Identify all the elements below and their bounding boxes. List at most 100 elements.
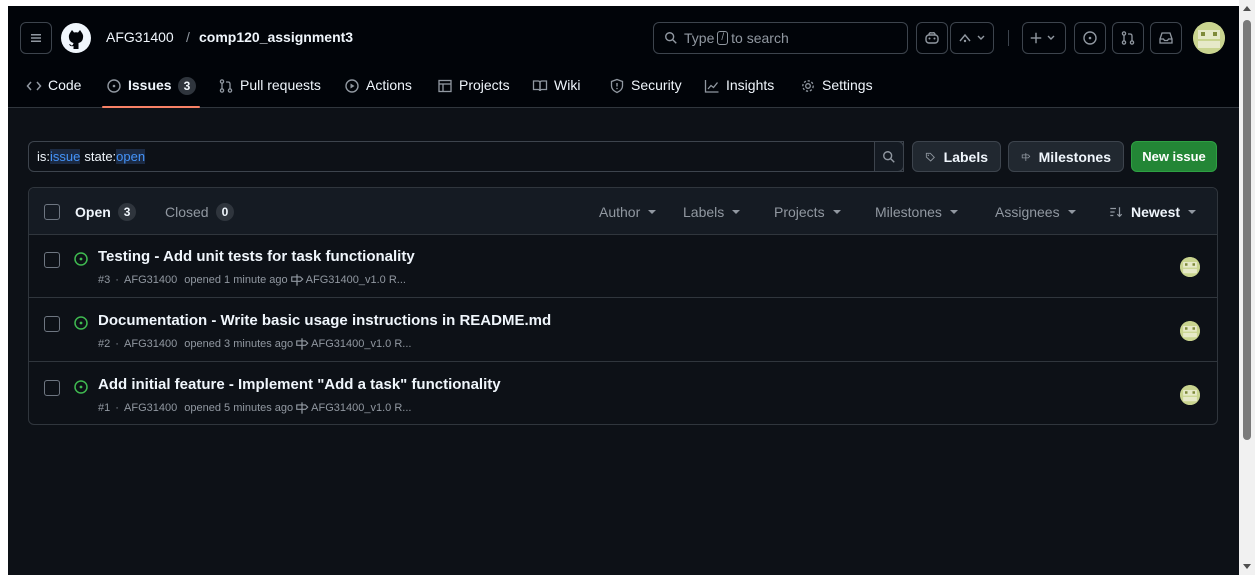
milestone-icon — [1021, 152, 1031, 161]
your-issues-button[interactable] — [1074, 22, 1106, 54]
search-input[interactable]: Type / to search — [653, 22, 908, 54]
author-filter-menu[interactable]: Author — [599, 204, 657, 220]
hamburger-icon — [31, 34, 41, 42]
scrollbar-thumb[interactable] — [1243, 20, 1251, 440]
issue-opened-icon — [1083, 31, 1097, 45]
header-divider — [1008, 30, 1009, 46]
issue-title-link[interactable]: Documentation - Write basic usage instru… — [98, 312, 551, 329]
issues-filter-input[interactable]: is: issue state: open — [28, 141, 904, 172]
issue-checkbox[interactable] — [44, 380, 60, 396]
tab-security-label: Security — [631, 77, 682, 93]
table-icon — [438, 79, 452, 93]
pull-request-icon — [219, 79, 233, 93]
issue-row[interactable]: Documentation - Write basic usage instru… — [29, 299, 1217, 362]
tab-actions-label: Actions — [366, 77, 412, 93]
assignee-avatar[interactable] — [1180, 257, 1200, 277]
issue-author-link[interactable]: AFG31400 — [124, 402, 177, 414]
assignees-filter-menu[interactable]: Assignees — [995, 204, 1076, 220]
search-icon — [665, 32, 677, 44]
tab-projects-label: Projects — [459, 77, 510, 93]
copilot-button[interactable] — [916, 22, 948, 54]
tab-insights-label: Insights — [726, 77, 775, 93]
open-issues-filter[interactable]: Open 3 — [75, 203, 137, 221]
labels-button-label: Labels — [943, 148, 988, 165]
copilot-agent-icon — [959, 33, 971, 43]
issue-milestone-link[interactable]: AFG31400_v1.0 R... — [306, 274, 406, 286]
issues-list-header: Open 3 Closed 0 Author Labels Projects M… — [29, 188, 1217, 235]
labels-button[interactable]: Labels — [912, 141, 1001, 172]
inbox-button[interactable] — [1150, 22, 1182, 54]
menu-button[interactable] — [20, 22, 52, 54]
tab-settings[interactable]: Settings — [800, 72, 873, 108]
filter-token-is-value: issue — [50, 149, 81, 164]
book-icon — [532, 80, 548, 92]
issue-checkbox[interactable] — [44, 316, 60, 332]
issues-count-badge: 3 — [177, 77, 197, 95]
issue-number: #2 — [98, 338, 111, 350]
repo-name-link[interactable]: comp120_assignment3 — [199, 29, 353, 45]
select-all-checkbox[interactable] — [44, 204, 60, 220]
milestone-icon — [296, 338, 309, 350]
tab-insights[interactable]: Insights — [704, 72, 774, 108]
issue-row[interactable]: Add initial feature - Implement "Add a t… — [29, 363, 1217, 424]
assignee-avatar[interactable] — [1180, 321, 1200, 341]
your-pull-requests-button[interactable] — [1112, 22, 1144, 54]
caret-down-icon — [1067, 210, 1076, 214]
tab-issues[interactable]: Issues 3 — [101, 72, 201, 108]
graph-icon — [704, 80, 719, 93]
chevron-down-icon — [977, 35, 985, 40]
repo-header: AFG31400 / comp120_assignment3 Type / to… — [8, 6, 1239, 108]
plus-icon — [1030, 32, 1042, 44]
repo-nav-tabs: Code Issues 3 Pull requests Actions Proj… — [8, 72, 1239, 108]
filter-token-is-key: is: — [37, 149, 50, 164]
issue-opened-time: opened 5 minutes ago — [184, 402, 294, 414]
issues-list: Open 3 Closed 0 Author Labels Projects M… — [28, 187, 1218, 425]
search-shortcut-key: / — [717, 31, 729, 45]
sort-menu[interactable]: Newest — [1109, 204, 1197, 220]
labels-filter-menu[interactable]: Labels — [683, 204, 741, 220]
code-icon — [26, 81, 42, 91]
tab-pull-requests[interactable]: Pull requests — [218, 72, 321, 108]
caret-down-icon — [648, 210, 657, 214]
issue-author-link[interactable]: AFG31400 — [124, 338, 177, 350]
filter-token-state-key: state: — [84, 149, 117, 164]
issue-opened-time: opened 1 minute ago — [184, 274, 288, 286]
tab-projects[interactable]: Projects — [437, 72, 510, 108]
issue-meta: #3 · AFG31400 opened 1 minute ago AFG314… — [98, 273, 406, 287]
issue-title-link[interactable]: Testing - Add unit tests for task functi… — [98, 248, 415, 265]
scroll-up-arrow-icon[interactable] — [1243, 6, 1251, 11]
copilot-dropdown-button[interactable] — [950, 22, 994, 54]
inbox-icon — [1159, 32, 1173, 44]
meta-dot: · — [112, 338, 123, 350]
vertical-scrollbar[interactable] — [1239, 0, 1255, 575]
tab-wiki-label: Wiki — [554, 77, 581, 93]
projects-filter-menu[interactable]: Projects — [774, 204, 841, 220]
github-logo-icon[interactable] — [60, 22, 92, 54]
tab-actions[interactable]: Actions — [344, 72, 412, 108]
scroll-down-arrow-icon[interactable] — [1243, 564, 1251, 569]
create-new-button[interactable] — [1022, 22, 1066, 54]
tab-security[interactable]: Security — [609, 72, 682, 108]
issue-title-link[interactable]: Add initial feature - Implement "Add a t… — [98, 376, 501, 393]
milestones-button[interactable]: Milestones — [1008, 141, 1124, 172]
user-avatar[interactable] — [1193, 22, 1225, 54]
closed-issues-filter[interactable]: Closed 0 — [165, 203, 235, 221]
issue-milestone-link[interactable]: AFG31400_v1.0 R... — [311, 338, 411, 350]
repo-owner-link[interactable]: AFG31400 — [106, 29, 174, 45]
tab-code[interactable]: Code — [26, 72, 81, 108]
new-issue-button[interactable]: New issue — [1131, 141, 1217, 172]
tab-settings-label: Settings — [822, 77, 873, 93]
avatar-image-icon — [1193, 22, 1225, 54]
issue-open-icon — [74, 316, 88, 330]
labels-filter-label: Labels — [683, 204, 725, 220]
filter-search-button[interactable] — [874, 141, 904, 172]
issue-author-link[interactable]: AFG31400 — [124, 274, 177, 286]
milestones-filter-menu[interactable]: Milestones — [875, 204, 958, 220]
issue-checkbox[interactable] — [44, 252, 60, 268]
chevron-down-icon — [1047, 35, 1055, 40]
tab-wiki[interactable]: Wiki — [532, 72, 580, 108]
issue-opened-time: opened 3 minutes ago — [184, 338, 294, 350]
issue-row[interactable]: Testing - Add unit tests for task functi… — [29, 235, 1217, 298]
issue-milestone-link[interactable]: AFG31400_v1.0 R... — [311, 402, 411, 414]
assignee-avatar[interactable] — [1180, 385, 1200, 405]
